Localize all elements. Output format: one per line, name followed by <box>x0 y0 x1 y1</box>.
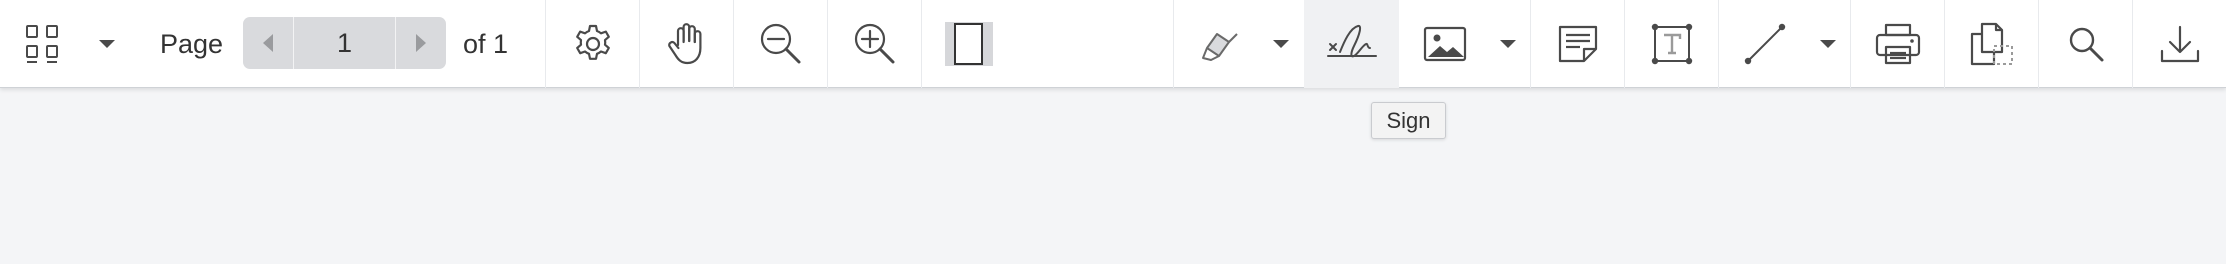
download-button[interactable] <box>2133 0 2226 88</box>
search-button[interactable] <box>2039 0 2132 88</box>
line-icon <box>1744 23 1786 65</box>
search-icon <box>2069 27 2103 62</box>
document-viewport[interactable] <box>0 89 2226 264</box>
image-button[interactable] <box>1400 0 1490 88</box>
triangle-right-icon <box>416 34 426 52</box>
print-button[interactable] <box>1851 0 1944 88</box>
hand-icon <box>667 23 701 65</box>
pan-tool-button[interactable] <box>640 0 733 88</box>
highlight-button[interactable] <box>1180 0 1262 88</box>
printer-icon <box>1875 23 1920 65</box>
page-count: of 1 <box>463 29 509 59</box>
page-label: Page <box>160 29 224 59</box>
fit-page-icon <box>944 22 993 66</box>
sign-button[interactable] <box>1304 0 1399 88</box>
copy-icon <box>1970 22 2013 66</box>
triangle-left-icon <box>263 34 273 52</box>
zoom-in-icon <box>854 23 894 64</box>
zoom-out-icon <box>760 23 800 64</box>
copy-button[interactable] <box>1945 0 2038 88</box>
zoom-in-button[interactable] <box>828 0 921 88</box>
chevron-down-icon <box>1500 40 1516 48</box>
fit-page-button[interactable] <box>922 0 1015 88</box>
toolbar: Page of 1 <box>0 0 2226 88</box>
highlight-dropdown[interactable] <box>1262 0 1300 88</box>
note-button[interactable] <box>1531 0 1624 88</box>
line-button[interactable] <box>1730 0 1800 88</box>
thumbnails-button[interactable] <box>6 0 78 88</box>
thumbnails-dropdown[interactable] <box>88 0 126 88</box>
next-page-button[interactable] <box>395 17 446 69</box>
image-icon <box>1423 26 1467 62</box>
gear-icon <box>575 24 610 60</box>
settings-button[interactable] <box>546 0 639 88</box>
text-box-icon <box>1651 23 1692 65</box>
download-icon <box>2160 25 2199 63</box>
chevron-down-icon <box>1273 40 1289 48</box>
page-navigator <box>243 17 446 69</box>
page-number-input[interactable] <box>295 17 394 69</box>
prev-page-button[interactable] <box>243 17 294 69</box>
sticky-note-icon <box>1558 25 1597 63</box>
signature-icon <box>1326 24 1377 58</box>
thumbnails-icon <box>26 25 58 63</box>
image-dropdown[interactable] <box>1490 0 1526 88</box>
separator <box>1173 0 1174 88</box>
line-dropdown[interactable] <box>1810 0 1846 88</box>
chevron-down-icon <box>1820 40 1836 48</box>
free-text-button[interactable] <box>1625 0 1718 88</box>
zoom-out-button[interactable] <box>734 0 827 88</box>
chevron-down-icon <box>99 40 115 48</box>
separator <box>1718 0 1719 88</box>
highlighter-icon <box>1202 33 1238 61</box>
